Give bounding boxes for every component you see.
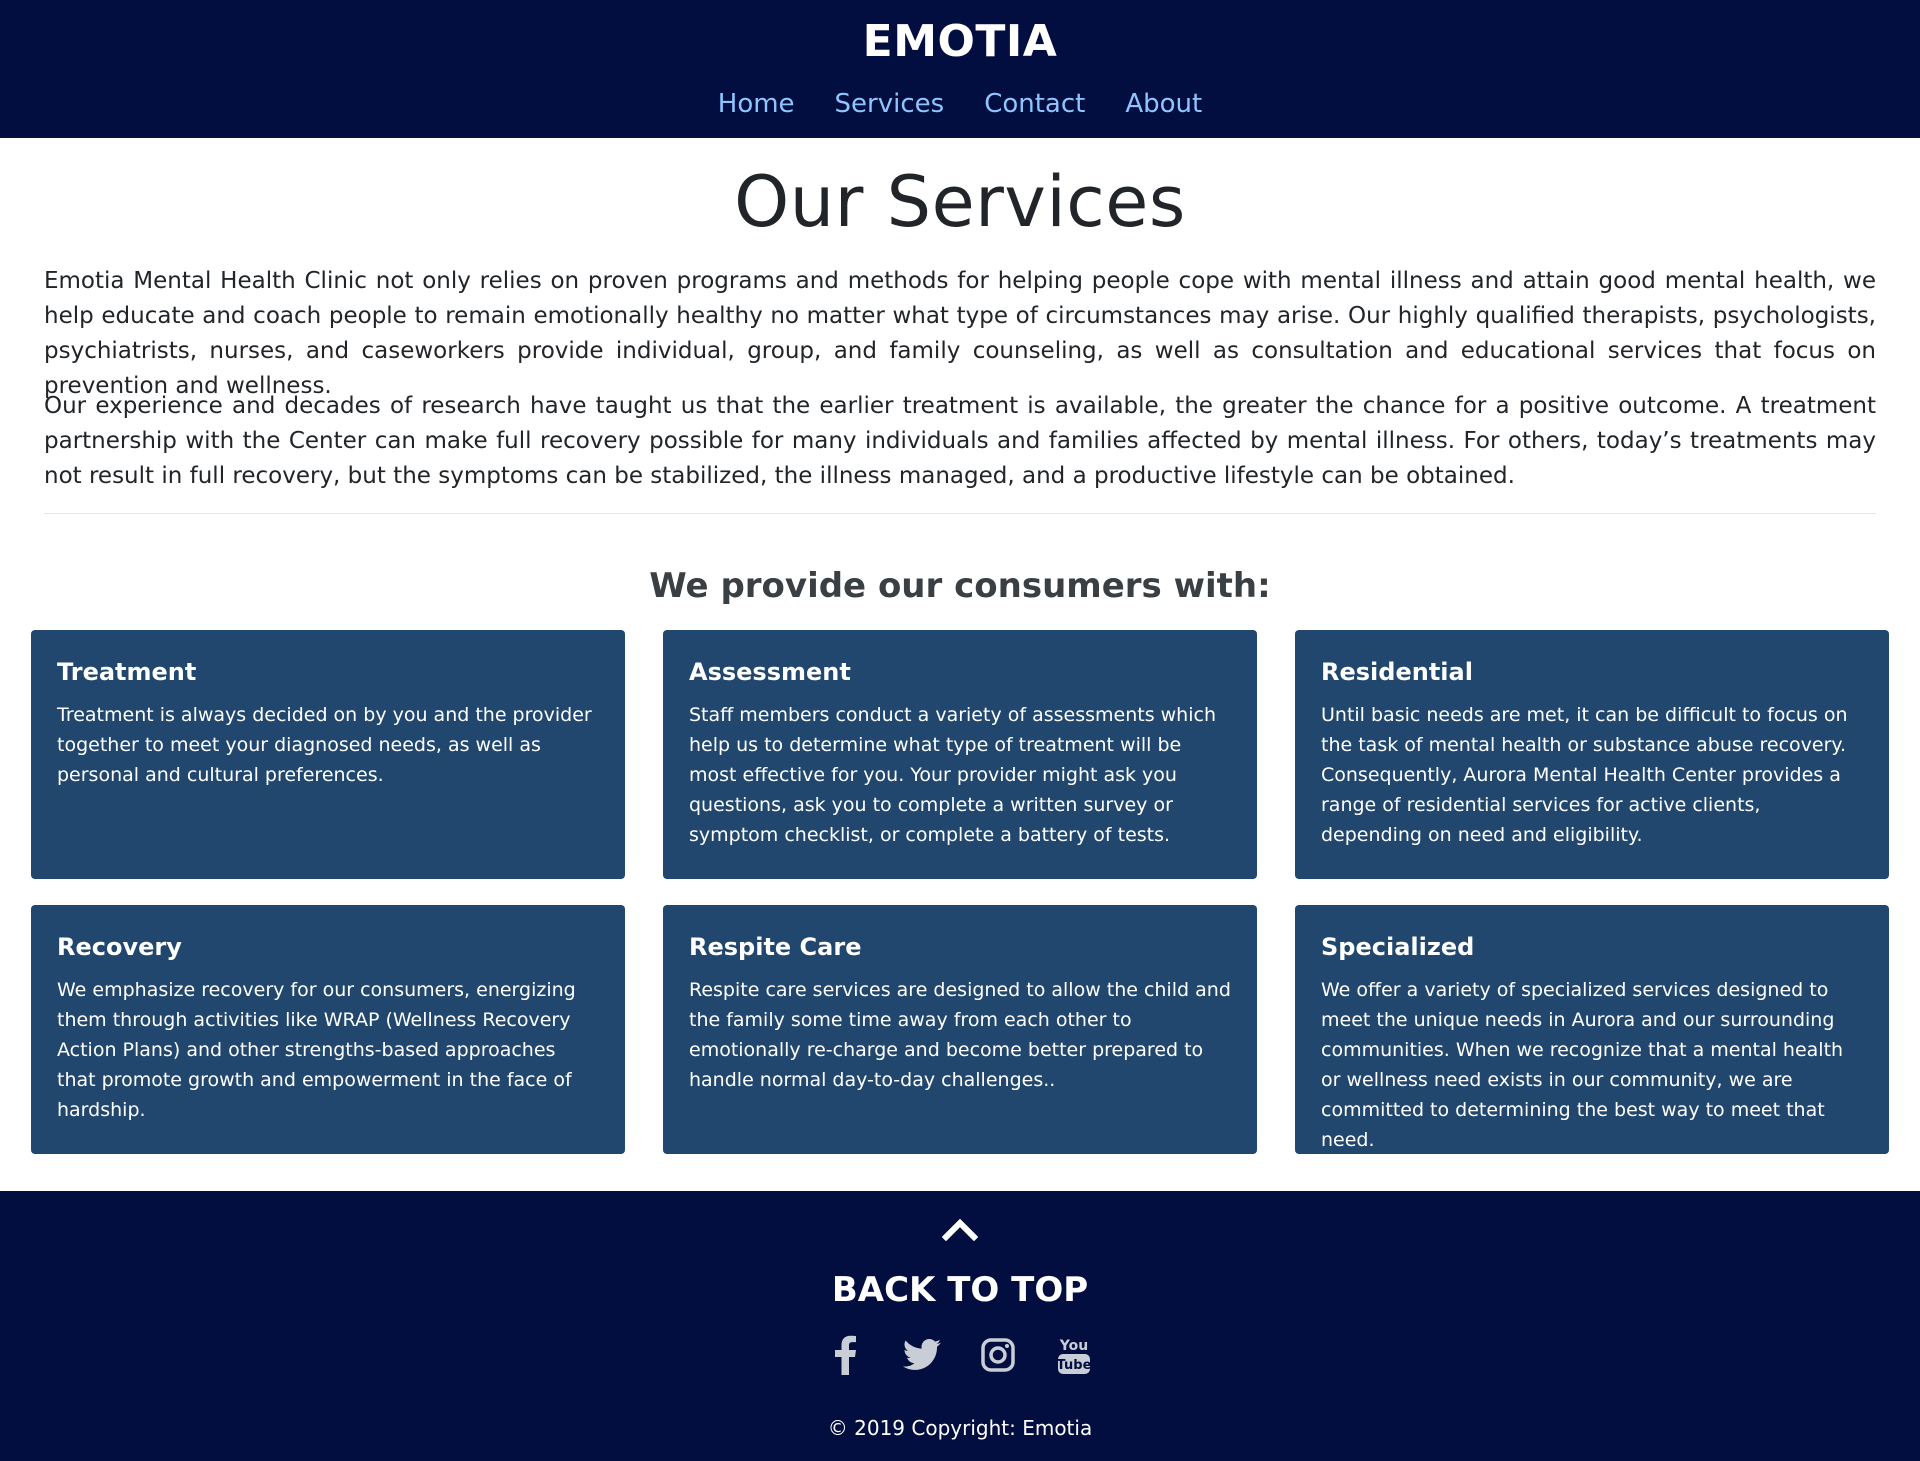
site-header: EMOTIA Home Services Contact About [0, 0, 1920, 138]
section-divider [44, 513, 1876, 514]
service-card-assessment: Assessment Staff members conduct a varie… [663, 630, 1257, 879]
nav-contact-link[interactable]: Contact [984, 86, 1085, 122]
copyright-text: © 2019 Copyright: Emotia [827, 1416, 1093, 1440]
card-text: We emphasize recovery for our consumers,… [57, 979, 576, 1121]
main-nav: Home Services Contact About [0, 86, 1920, 122]
intro-paragraph-1: Emotia Mental Health Clinic not only rel… [44, 268, 1876, 399]
service-card-respite-care: Respite Care Respite care services are d… [663, 905, 1257, 1154]
chevron-up-icon[interactable] [942, 1217, 978, 1241]
card-text: Treatment is always decided on by you an… [57, 704, 592, 786]
instagram-icon[interactable] [978, 1333, 1018, 1377]
page: EMOTIA Home Services Contact About Our S… [0, 0, 1920, 1461]
card-title: Residential [1321, 658, 1473, 686]
back-to-top-link[interactable]: BACK TO TOP [0, 1269, 1920, 1311]
social-links: You Tube [0, 1333, 1920, 1377]
nav-about-link[interactable]: About [1125, 86, 1202, 122]
svg-text:You: You [1059, 1338, 1088, 1354]
youtube-icon[interactable]: You Tube [1054, 1333, 1094, 1377]
nav-home-link[interactable]: Home [718, 86, 795, 122]
nav-services-link[interactable]: Services [835, 86, 945, 122]
card-title: Specialized [1321, 933, 1475, 961]
intro-paragraph-2: Our experience and decades of research h… [44, 393, 1876, 489]
card-text: Staff members conduct a variety of asses… [689, 704, 1216, 846]
card-title: Assessment [689, 658, 851, 686]
brand-logo[interactable]: EMOTIA [0, 16, 1920, 68]
service-card-residential: Residential Until basic needs are met, i… [1295, 630, 1889, 879]
card-title: Respite Care [689, 933, 862, 961]
card-text: Respite care services are designed to al… [689, 979, 1231, 1091]
service-card-recovery: Recovery We emphasize recovery for our c… [31, 905, 625, 1154]
service-card-specialized: Specialized We offer a variety of specia… [1295, 905, 1889, 1154]
card-text: Until basic needs are met, it can be dif… [1321, 704, 1848, 846]
site-footer: BACK TO TOP You Tube © 2019 Copyright: E… [0, 1191, 1920, 1461]
card-title: Recovery [57, 933, 182, 961]
twitter-icon[interactable] [902, 1333, 942, 1377]
card-text: We offer a variety of specialized servic… [1321, 979, 1844, 1151]
facebook-icon[interactable] [826, 1333, 866, 1377]
card-title: Treatment [57, 658, 197, 686]
svg-text:Tube: Tube [1057, 1358, 1091, 1373]
service-card-treatment: Treatment Treatment is always decided on… [31, 630, 625, 879]
services-subheading: We provide our consumers with: [649, 566, 1271, 606]
page-title: Our Services [734, 161, 1186, 243]
